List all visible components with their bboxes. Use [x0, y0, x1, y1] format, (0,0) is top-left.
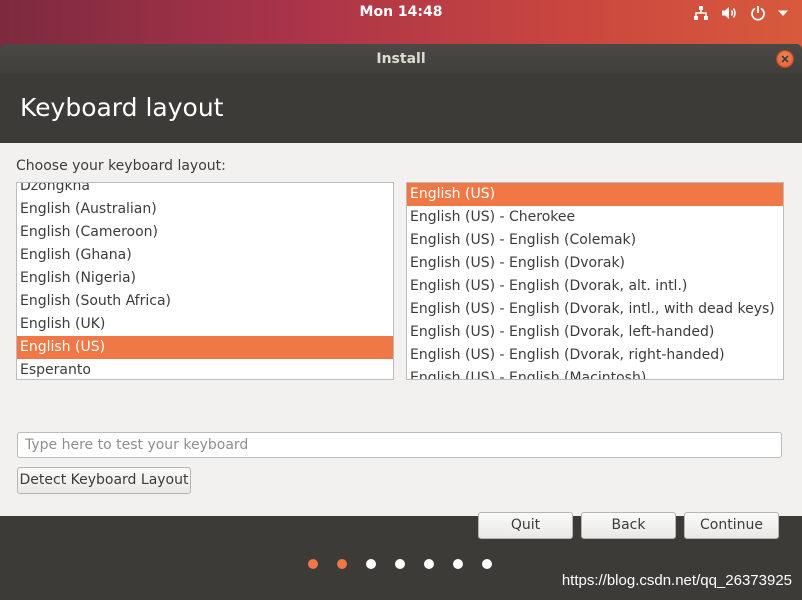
- network-icon[interactable]: [693, 5, 709, 21]
- layout-list[interactable]: Dzongkha English (Australian) English (Cam…: [16, 182, 394, 380]
- progress-dots: [307, 559, 492, 569]
- chevron-down-icon[interactable]: [778, 9, 788, 17]
- list-item[interactable]: English (US) - English (Macintosh): [407, 367, 783, 379]
- list-item[interactable]: English (South Africa): [17, 290, 393, 313]
- list-item[interactable]: English (Cameroon): [17, 221, 393, 244]
- list-item[interactable]: English (US) - English (Dvorak): [407, 252, 783, 275]
- system-tray[interactable]: [693, 4, 788, 22]
- variant-list-rows: English (US) English (US) - Cherokee Engli…: [407, 183, 783, 379]
- progress-dot: [337, 559, 347, 569]
- quit-button[interactable]: Quit: [478, 512, 573, 539]
- detect-layout-button[interactable]: Detect Keyboard Layout: [17, 467, 191, 494]
- list-item[interactable]: English (US): [407, 183, 783, 206]
- top-panel: Mon 14:48: [0, 0, 802, 27]
- watermark: https://blog.csdn.net/qq_26373925: [561, 572, 792, 589]
- progress-dot: [395, 559, 405, 569]
- list-item[interactable]: English (US): [17, 336, 393, 359]
- list-item[interactable]: English (Australian): [17, 198, 393, 221]
- volume-icon[interactable]: [721, 5, 738, 21]
- list-item[interactable]: English (Ghana): [17, 244, 393, 267]
- continue-button[interactable]: Continue: [684, 512, 779, 539]
- power-icon[interactable]: [750, 5, 766, 21]
- list-item[interactable]: English (US) - Cherokee: [407, 206, 783, 229]
- list-item[interactable]: English (US) - English (Dvorak, alt. int…: [407, 275, 783, 298]
- list-item[interactable]: English (US) - English (Colemak): [407, 229, 783, 252]
- list-item[interactable]: English (Nigeria): [17, 267, 393, 290]
- close-button[interactable]: [777, 51, 793, 67]
- progress-dot: [482, 559, 492, 569]
- progress-dot: [453, 559, 463, 569]
- list-item[interactable]: English (US) - English (Dvorak, intl., w…: [407, 298, 783, 321]
- list-item[interactable]: English (US) - English (Dvorak, left-han…: [407, 321, 783, 344]
- progress-dot: [424, 559, 434, 569]
- layout-list-rows: Dzongkha English (Australian) English (Cam…: [17, 183, 393, 379]
- variant-list[interactable]: English (US) English (US) - Cherokee Engli…: [406, 182, 784, 380]
- list-item[interactable]: Esperanto: [17, 359, 393, 379]
- layout-prompt: Choose your keyboard layout:: [16, 158, 226, 174]
- window-title: Install: [376, 51, 426, 67]
- close-icon: [781, 55, 789, 63]
- list-item[interactable]: English (US) - English (Dvorak, right-ha…: [407, 344, 783, 367]
- window-titlebar[interactable]: Install: [0, 44, 802, 74]
- list-item[interactable]: English (UK): [17, 313, 393, 336]
- progress-dot: [308, 559, 318, 569]
- page-title: Keyboard layout: [20, 93, 224, 122]
- installer-window: Install Keyboard layout Choose your keyb…: [0, 44, 802, 600]
- progress-dot: [366, 559, 376, 569]
- keyboard-test-input[interactable]: [17, 432, 782, 458]
- content-area: Choose your keyboard layout: Dzongkha Eng…: [0, 143, 802, 539]
- back-button[interactable]: Back: [581, 512, 676, 539]
- page-header: Keyboard layout: [0, 74, 802, 143]
- list-item[interactable]: Dzongkha: [17, 183, 393, 198]
- clock[interactable]: Mon 14:48: [0, 4, 802, 20]
